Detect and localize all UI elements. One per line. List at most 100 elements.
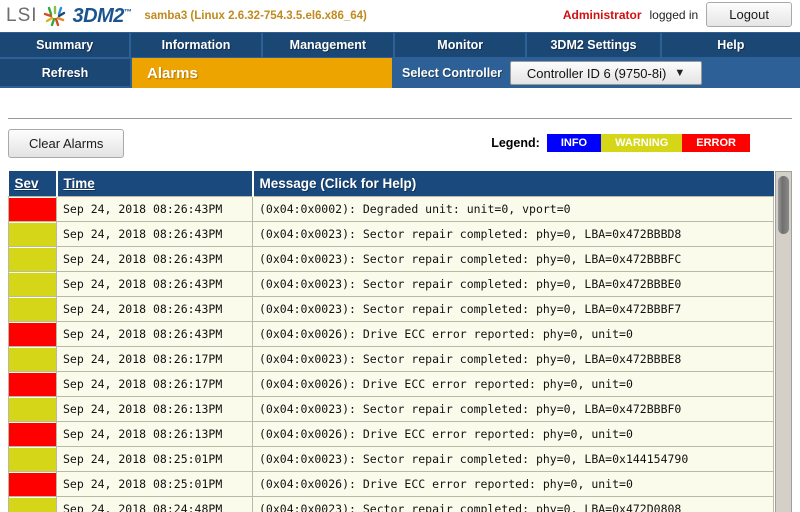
message-cell[interactable]: (0x04:0x0023): Sector repair completed: … bbox=[252, 396, 774, 422]
severity-cell bbox=[8, 271, 57, 297]
tab-3dm2-settings[interactable]: 3DM2 Settings bbox=[527, 33, 660, 57]
severity-swatch-error bbox=[9, 472, 56, 496]
time-cell: Sep 24, 2018 08:26:43PM bbox=[56, 221, 253, 247]
app-header: LSI 3DM2™ samba3 (Linux 2.6.32-754.3.5.e… bbox=[0, 0, 800, 32]
severity-swatch-error bbox=[9, 197, 56, 221]
tab-information[interactable]: Information bbox=[131, 33, 261, 57]
table-header-row: Sev Time Message (Click for Help) bbox=[8, 171, 774, 197]
scrollbar-thumb[interactable] bbox=[778, 176, 789, 234]
time-cell: Sep 24, 2018 08:26:43PM bbox=[56, 271, 253, 297]
severity-cell bbox=[8, 371, 57, 397]
table-header: Sev Time Message (Click for Help) bbox=[8, 171, 774, 197]
table-row[interactable]: Sep 24, 2018 08:26:13PM (0x04:0x0023): Se… bbox=[8, 396, 774, 422]
table-row[interactable]: Sep 24, 2018 08:26:43PM (0x04:0x0023): Se… bbox=[8, 296, 774, 322]
time-cell: Sep 24, 2018 08:25:01PM bbox=[56, 446, 253, 472]
refresh-button[interactable]: Refresh bbox=[0, 59, 130, 86]
message-cell[interactable]: (0x04:0x0023): Sector repair completed: … bbox=[252, 246, 774, 272]
message-cell[interactable]: (0x04:0x0026): Drive ECC error reported:… bbox=[252, 471, 774, 497]
column-header-time[interactable]: Time bbox=[56, 171, 254, 197]
navigation-bar: Summary Information Management Monitor 3… bbox=[0, 32, 800, 88]
table-row[interactable]: Sep 24, 2018 08:26:43PM (0x04:0x0023): Se… bbox=[8, 246, 774, 272]
severity-swatch-error bbox=[9, 372, 56, 396]
sort-link-sev[interactable]: Sev bbox=[15, 176, 39, 191]
primary-nav-row: Summary Information Management Monitor 3… bbox=[0, 32, 800, 58]
table-row[interactable]: Sep 24, 2018 08:25:01PM (0x04:0x0023): Se… bbox=[8, 446, 774, 472]
time-cell: Sep 24, 2018 08:26:13PM bbox=[56, 396, 253, 422]
controller-select[interactable]: Controller ID 6 (9750-8i) ▼ bbox=[510, 61, 703, 85]
tab-management[interactable]: Management bbox=[262, 33, 394, 57]
column-header-message: Message (Click for Help) bbox=[252, 171, 774, 197]
severity-swatch-warning bbox=[9, 497, 56, 512]
content-divider bbox=[8, 118, 792, 119]
alarms-table-container: Sev Time Message (Click for Help) Sep 24… bbox=[8, 171, 792, 512]
severity-swatch-warning bbox=[9, 347, 56, 371]
message-cell[interactable]: (0x04:0x0026): Drive ECC error reported:… bbox=[252, 321, 774, 347]
severity-swatch-error bbox=[9, 422, 56, 446]
severity-cell bbox=[8, 396, 57, 422]
table-row[interactable]: Sep 24, 2018 08:26:17PM (0x04:0x0026): Dr… bbox=[8, 371, 774, 397]
severity-swatch-warning bbox=[9, 247, 56, 271]
message-cell[interactable]: (0x04:0x0023): Sector repair completed: … bbox=[252, 271, 774, 297]
message-cell[interactable]: (0x04:0x0023): Sector repair completed: … bbox=[252, 446, 774, 472]
time-cell: Sep 24, 2018 08:26:43PM bbox=[56, 196, 253, 222]
table-row[interactable]: Sep 24, 2018 08:26:13PM (0x04:0x0026): Dr… bbox=[8, 421, 774, 447]
table-row[interactable]: Sep 24, 2018 08:25:01PM (0x04:0x0026): Dr… bbox=[8, 471, 774, 497]
severity-swatch-warning bbox=[9, 297, 56, 321]
time-cell: Sep 24, 2018 08:26:17PM bbox=[56, 346, 253, 372]
table-row[interactable]: Sep 24, 2018 08:26:43PM (0x04:0x0002): De… bbox=[8, 196, 774, 222]
message-cell[interactable]: (0x04:0x0002): Degraded unit: unit=0, vp… bbox=[252, 196, 774, 222]
table-row[interactable]: Sep 24, 2018 08:24:48PM (0x04:0x0023): Se… bbox=[8, 496, 774, 512]
table-row[interactable]: Sep 24, 2018 08:26:17PM (0x04:0x0023): Se… bbox=[8, 346, 774, 372]
tab-help[interactable]: Help bbox=[661, 33, 800, 57]
message-cell[interactable]: (0x04:0x0023): Sector repair completed: … bbox=[252, 221, 774, 247]
sort-link-time[interactable]: Time bbox=[64, 176, 95, 191]
table-row[interactable]: Sep 24, 2018 08:26:43PM (0x04:0x0023): Se… bbox=[8, 271, 774, 297]
table-body: Sep 24, 2018 08:26:43PM (0x04:0x0002): De… bbox=[8, 196, 774, 512]
table-row[interactable]: Sep 24, 2018 08:26:43PM (0x04:0x0026): Dr… bbox=[8, 321, 774, 347]
lsi-starburst-icon bbox=[42, 5, 68, 27]
alarms-table: Sev Time Message (Click for Help) Sep 24… bbox=[8, 171, 774, 512]
main-content: Clear Alarms Legend: INFO WARNING ERROR … bbox=[0, 118, 800, 512]
legend-chips: INFO WARNING ERROR bbox=[546, 134, 750, 152]
severity-cell bbox=[8, 421, 57, 447]
clear-alarms-button[interactable]: Clear Alarms bbox=[8, 128, 125, 158]
login-status: logged in bbox=[649, 7, 699, 22]
legend-chip-info: INFO bbox=[546, 134, 602, 152]
logout-button[interactable]: Logout bbox=[706, 2, 792, 27]
legend-chip-error: ERROR bbox=[682, 134, 750, 152]
message-cell[interactable]: (0x04:0x0026): Drive ECC error reported:… bbox=[252, 371, 774, 397]
time-cell: Sep 24, 2018 08:26:17PM bbox=[56, 371, 253, 397]
toolbar: Clear Alarms Legend: INFO WARNING ERROR bbox=[8, 123, 792, 163]
trademark-symbol: ™ bbox=[123, 6, 132, 16]
time-cell: Sep 24, 2018 08:26:43PM bbox=[56, 246, 253, 272]
tab-monitor[interactable]: Monitor bbox=[395, 33, 526, 57]
message-cell[interactable]: (0x04:0x0026): Drive ECC error reported:… bbox=[252, 421, 774, 447]
severity-swatch-warning bbox=[9, 272, 56, 296]
severity-swatch-warning bbox=[9, 222, 56, 246]
severity-cell bbox=[8, 221, 57, 247]
host-info: samba3 (Linux 2.6.32-754.3.5.el6.x86_64) bbox=[144, 10, 367, 22]
time-cell: Sep 24, 2018 08:26:13PM bbox=[56, 421, 253, 447]
tab-summary[interactable]: Summary bbox=[0, 33, 130, 57]
severity-cell bbox=[8, 246, 57, 272]
message-cell[interactable]: (0x04:0x0023): Sector repair completed: … bbox=[252, 296, 774, 322]
legend-chip-warning: WARNING bbox=[601, 134, 683, 152]
time-cell: Sep 24, 2018 08:26:43PM bbox=[56, 296, 253, 322]
user-role: Administrator bbox=[562, 7, 642, 22]
severity-swatch-error bbox=[9, 322, 56, 346]
severity-cell bbox=[8, 296, 57, 322]
severity-cell bbox=[8, 446, 57, 472]
column-header-sev[interactable]: Sev bbox=[8, 171, 58, 197]
table-scrollbar[interactable] bbox=[775, 171, 792, 512]
severity-swatch-warning bbox=[9, 397, 56, 421]
secondary-nav-row: Refresh Alarms Select Controller Control… bbox=[0, 58, 800, 88]
severity-cell bbox=[8, 496, 57, 512]
chevron-down-icon: ▼ bbox=[674, 67, 686, 79]
product-version: 2 bbox=[113, 4, 124, 27]
message-cell[interactable]: (0x04:0x0023): Sector repair completed: … bbox=[252, 346, 774, 372]
severity-cell bbox=[8, 321, 57, 347]
message-cell[interactable]: (0x04:0x0023): Sector repair completed: … bbox=[252, 496, 774, 512]
login-area: Administrator logged in Logout bbox=[563, 2, 792, 27]
time-cell: Sep 24, 2018 08:26:43PM bbox=[56, 321, 253, 347]
table-row[interactable]: Sep 24, 2018 08:26:43PM (0x04:0x0023): Se… bbox=[8, 221, 774, 247]
